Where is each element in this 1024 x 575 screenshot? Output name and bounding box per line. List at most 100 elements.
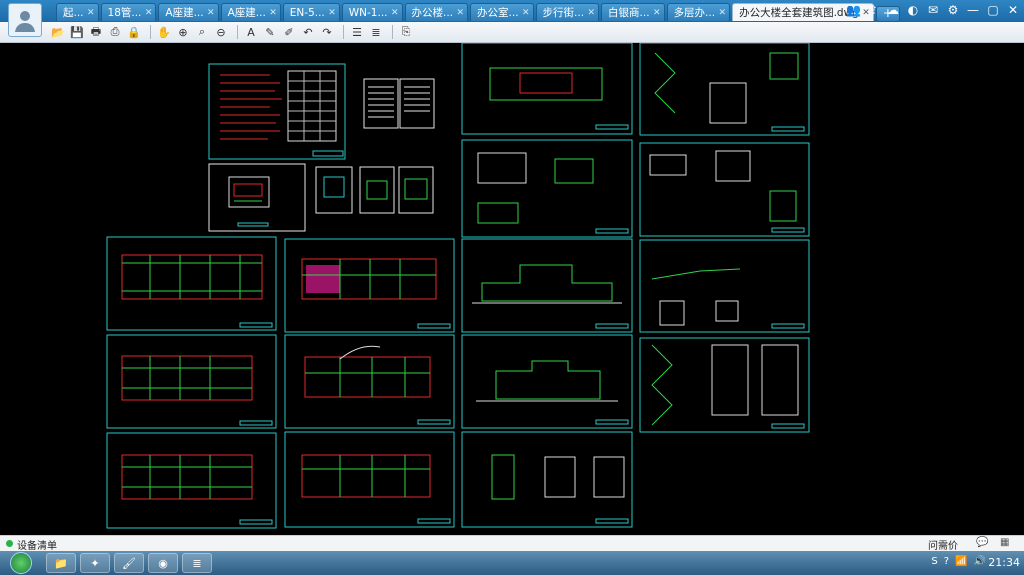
toolbar: 📂 💾 🖶 ⎙ 🔒 ✋ ⊕ ⌕ ⊖ A ✎ ✐ ↶ ↷ ☰ ≣ ⎘ — [0, 22, 1024, 43]
sheet-front-elevation — [461, 238, 633, 333]
user-avatar-icon — [15, 11, 35, 32]
zoom-in-icon[interactable]: ⊕ — [175, 24, 191, 40]
sheet-details-a — [461, 139, 633, 238]
ask-price-link[interactable]: 问需价 — [928, 537, 958, 552]
tab-4[interactable]: EN-5... ✕ — [282, 3, 340, 21]
tab-9[interactable]: 白银商... ✕ — [601, 3, 665, 21]
close-icon[interactable]: ✕ — [588, 4, 596, 21]
sheet-floor-plan-3 — [106, 432, 277, 529]
divider — [343, 25, 344, 39]
tab-label: A座建... — [227, 7, 266, 19]
minimize-icon[interactable]: — — [966, 2, 980, 18]
sheet-design-notes — [208, 63, 346, 160]
skin-icon[interactable]: ◐ — [906, 2, 920, 18]
print-preview-icon[interactable]: ⎙ — [107, 24, 123, 40]
share-icon[interactable]: ⇪ — [866, 2, 880, 18]
layer-icon[interactable]: ☰ — [349, 24, 365, 40]
tab-label: 白银商... — [608, 7, 650, 19]
sheet-floor-plan-2 — [106, 334, 277, 429]
print-icon[interactable]: 🖶 — [88, 24, 104, 40]
start-button[interactable] — [6, 551, 36, 575]
explorer-task-icon[interactable]: 📁 — [46, 553, 76, 573]
tab-label: EN-5... — [289, 7, 325, 19]
redo-icon[interactable]: ↷ — [319, 24, 335, 40]
close-icon[interactable]: ✕ — [269, 4, 277, 21]
expand-icon[interactable]: ▦ — [1000, 537, 1009, 548]
sheet-floor-plan-6 — [284, 431, 455, 528]
help-icon[interactable]: ? — [944, 556, 949, 567]
sheet-table-1 — [363, 78, 435, 129]
sheet-floor-plan-1 — [106, 236, 277, 331]
tab-5[interactable]: WN-1... ✕ — [341, 3, 403, 21]
close-icon[interactable]: ✕ — [719, 4, 727, 21]
close-icon[interactable]: ✕ — [653, 4, 661, 21]
pen-icon[interactable]: ✎ — [262, 24, 278, 40]
tab-10[interactable]: 多层办... ✕ — [666, 3, 731, 21]
windows-logo-icon — [10, 552, 32, 574]
save-icon[interactable]: 💾 — [69, 24, 85, 40]
stack-task-icon[interactable]: ≣ — [182, 553, 212, 573]
zoom-window-icon[interactable]: ⌕ — [194, 24, 210, 40]
sheet-floor-plan-4 — [284, 238, 455, 333]
avatar[interactable] — [8, 3, 42, 37]
tab-6[interactable]: 办公楼... ✕ — [404, 3, 469, 21]
app-task-icon[interactable]: ✦ — [80, 553, 110, 573]
users-icon[interactable]: 👥 — [846, 2, 861, 18]
ime-icon[interactable]: S — [931, 556, 937, 567]
volume-icon[interactable]: 🔊 — [974, 556, 986, 567]
sheet-site-plan — [208, 163, 306, 232]
tab-label: A座建... — [165, 7, 204, 19]
clock[interactable]: 21:34 — [988, 556, 1020, 569]
message-icon[interactable]: ✉ — [926, 2, 940, 18]
tab-7[interactable]: 办公室... ✕ — [470, 3, 534, 21]
divider — [150, 25, 151, 39]
chat-icon[interactable]: 💬 — [976, 537, 988, 548]
close-icon[interactable]: ✕ — [87, 4, 95, 21]
status-bar: 设备清单 问需价 💬 ▦ — [0, 535, 1024, 552]
settings-icon[interactable]: ⚙ — [946, 2, 960, 18]
close-icon[interactable]: ✕ — [522, 4, 530, 21]
undo-icon[interactable]: ↶ — [300, 24, 316, 40]
cad-drawing — [106, 43, 810, 529]
system-tray: S ? 📶 🔊 — [931, 556, 986, 567]
sheet-details-small — [315, 166, 434, 214]
browser-task-icon[interactable]: ◉ — [148, 553, 178, 573]
close-icon[interactable]: ✕ — [207, 4, 215, 21]
network-icon[interactable]: 📶 — [955, 556, 967, 567]
drawing-canvas[interactable] — [0, 43, 1024, 535]
tab-0[interactable]: 起... ✕ — [56, 3, 99, 21]
close-window-icon[interactable]: ✕ — [1006, 2, 1020, 18]
status-label[interactable]: 设备清单 — [17, 537, 57, 552]
tab-label: WN-1... — [348, 7, 388, 19]
paint-task-icon[interactable]: 🖌 — [114, 553, 144, 573]
export-icon[interactable]: ⎘ — [398, 24, 414, 40]
tab-3[interactable]: A座建... ✕ — [220, 3, 281, 21]
tab-2[interactable]: A座建... ✕ — [158, 3, 219, 21]
tab-8[interactable]: 步行街... ✕ — [535, 3, 600, 21]
layers-stack-icon[interactable]: ≣ — [368, 24, 384, 40]
divider — [237, 25, 238, 39]
tab-label: 起... — [63, 7, 84, 19]
pan-icon[interactable]: ✋ — [156, 24, 172, 40]
zoom-out-icon[interactable]: ⊖ — [213, 24, 229, 40]
close-icon[interactable]: ✕ — [391, 4, 399, 21]
close-icon[interactable]: ✕ — [456, 4, 464, 21]
sheet-stair-detail-1 — [639, 43, 810, 136]
tab-label: 办公楼... — [411, 7, 454, 19]
sheet-stair-detail-2 — [639, 337, 810, 433]
markup-icon[interactable]: ✐ — [281, 24, 297, 40]
close-icon[interactable]: ✕ — [145, 4, 153, 21]
sheet-side-elevation — [461, 334, 633, 429]
sheet-sections — [461, 431, 633, 528]
lock-icon[interactable]: 🔒 — [126, 24, 142, 40]
divider — [392, 25, 393, 39]
tab-1[interactable]: 18管... ✕ — [100, 3, 157, 21]
online-status-icon — [6, 540, 13, 547]
maximize-icon[interactable]: ▢ — [986, 2, 1000, 18]
cloud-icon[interactable]: ☁ — [886, 2, 900, 18]
open-icon[interactable]: 📂 — [50, 24, 66, 40]
close-icon[interactable]: ✕ — [328, 4, 336, 21]
sheet-node-details — [639, 239, 810, 333]
taskbar: 📁 ✦ 🖌 ◉ ≣ S ? 📶 🔊 21:34 — [0, 551, 1024, 575]
text-icon[interactable]: A — [243, 24, 259, 40]
